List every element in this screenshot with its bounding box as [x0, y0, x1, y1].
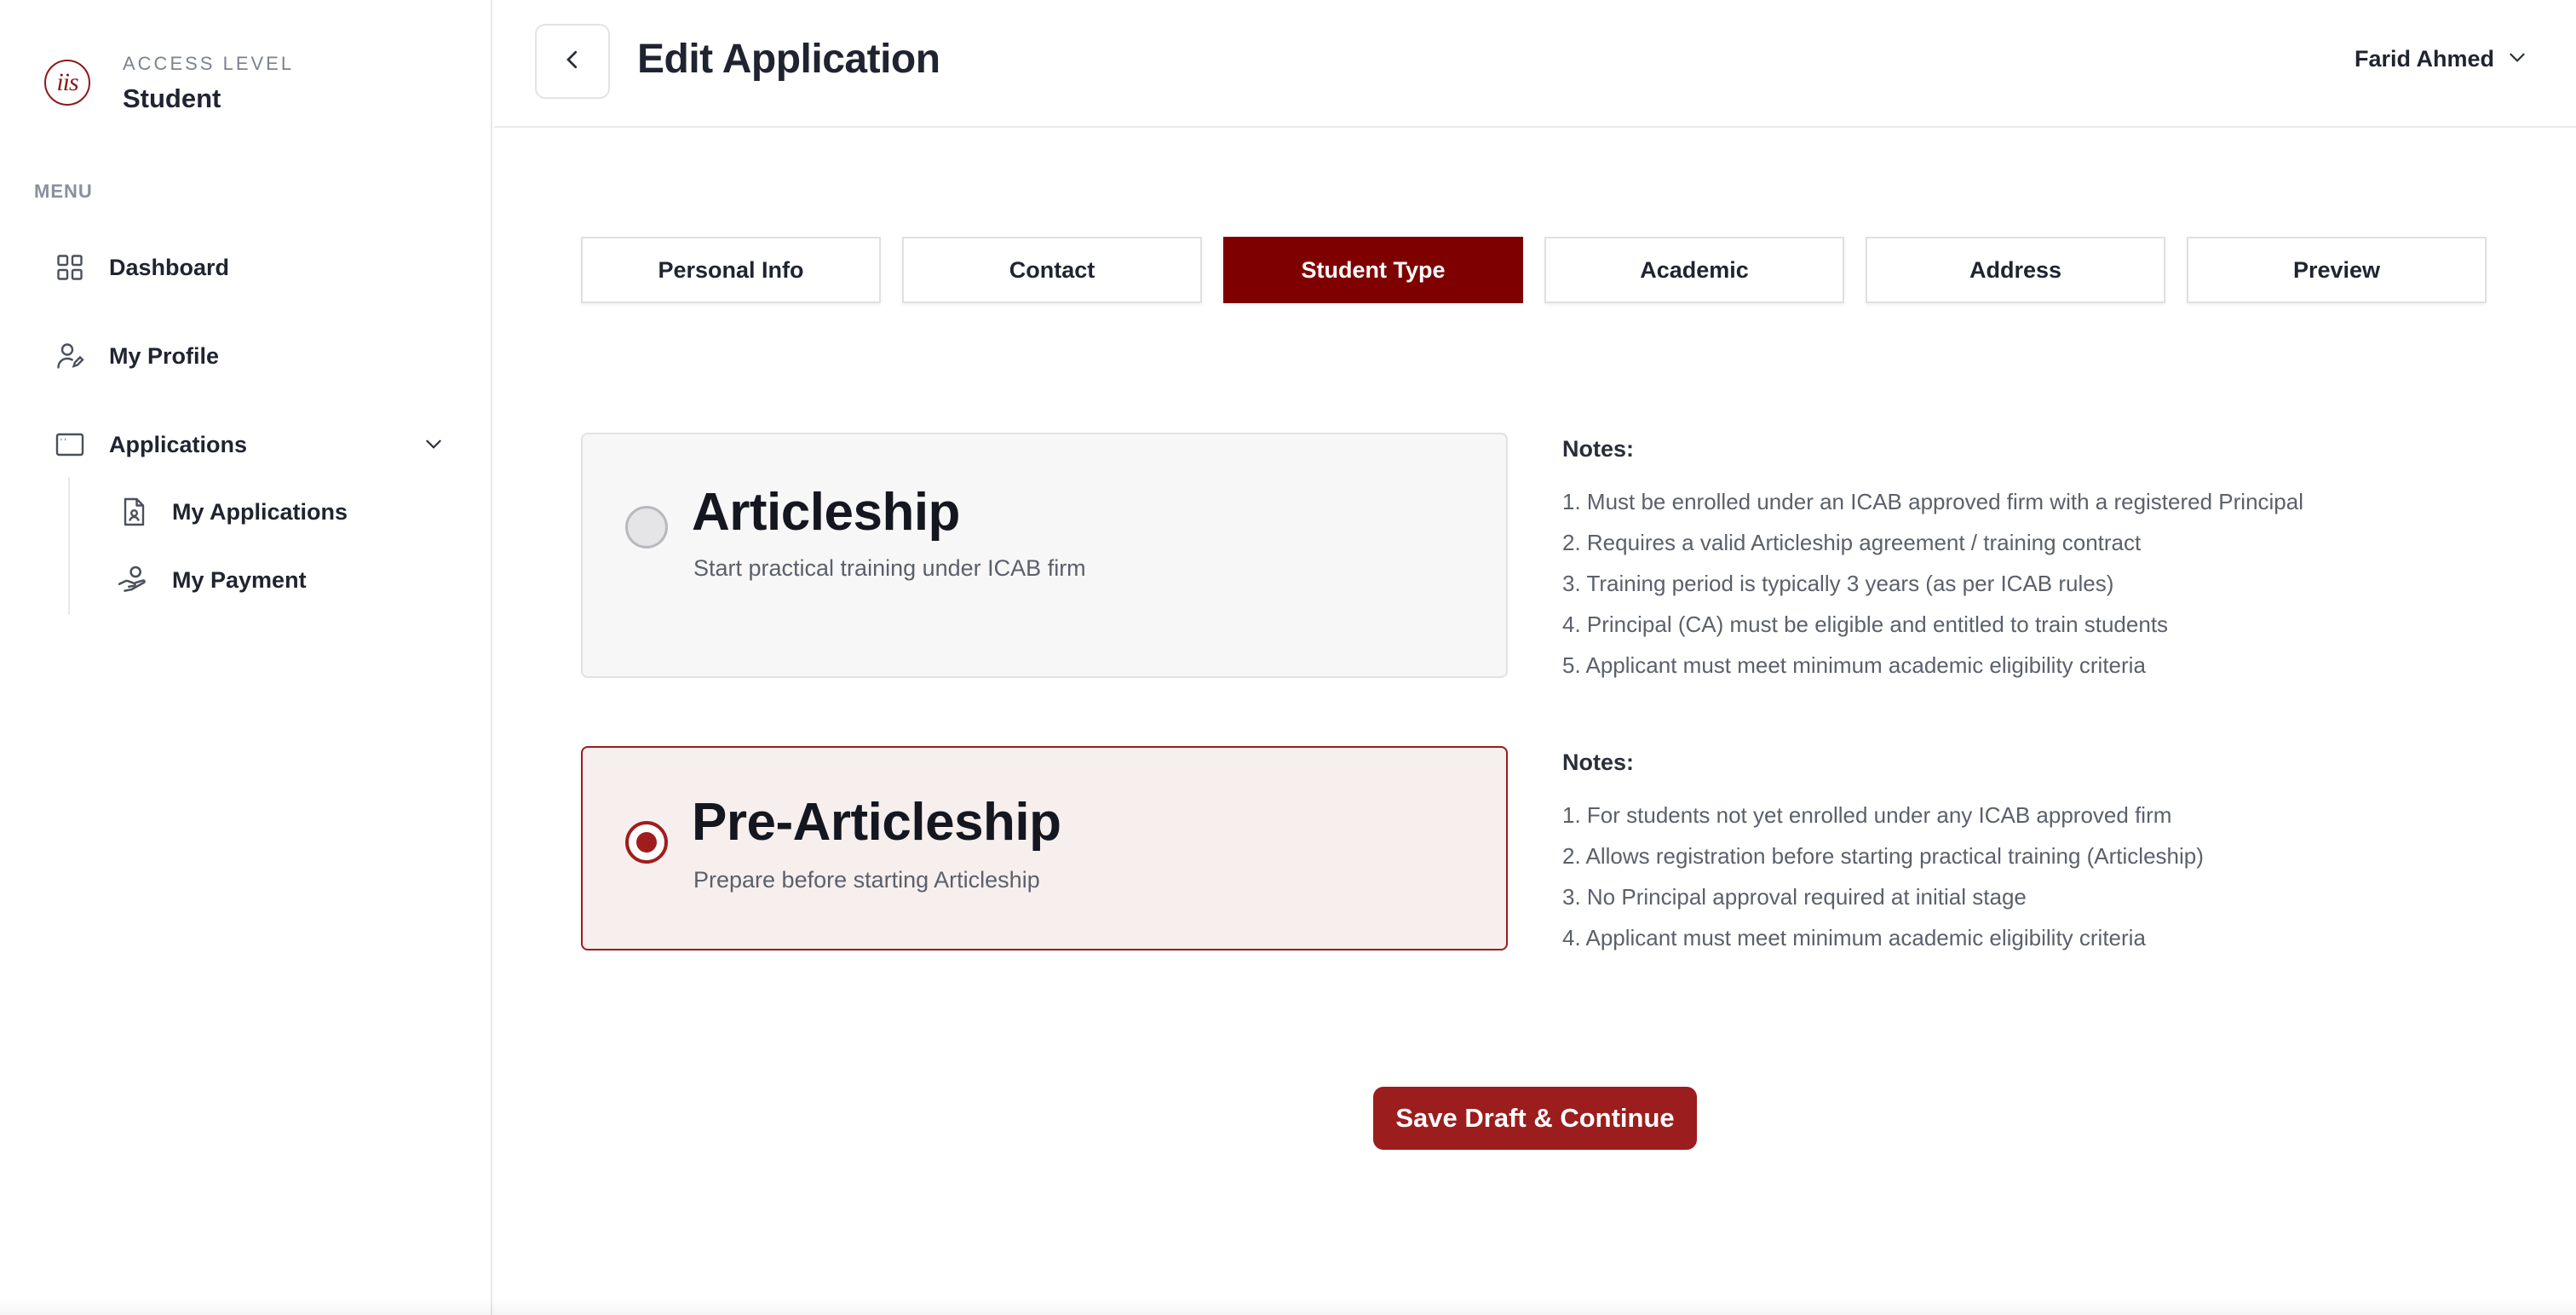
option-card-pre-articleship[interactable]: Pre-Articleship Prepare before starting …: [581, 746, 1508, 950]
sidebar-item-my-profile[interactable]: My Profile: [53, 332, 219, 380]
notes-heading: Notes:: [1562, 436, 1635, 462]
chevron-left-icon: [560, 47, 585, 77]
chevron-down-icon: [2506, 46, 2528, 72]
note-item: 2. Requires a valid Articleship agreemen…: [1562, 530, 2142, 555]
access-level-label: ACCESS LEVEL: [123, 53, 295, 74]
sidebar-subitem-label: My Applications: [172, 498, 348, 525]
notes-articleship: Notes: 1. Must be enrolled under an ICAB…: [1562, 436, 2303, 686]
user-name: Farid Ahmed: [2354, 46, 2494, 72]
access-level-value: Student: [123, 83, 221, 113]
sidebar-item-label: My Profile: [109, 342, 220, 369]
page-title: Edit Application: [637, 37, 940, 82]
notes-pre-articleship: Notes: 1. For students not yet enrolled …: [1562, 749, 2204, 958]
menu-label: MENU: [34, 181, 93, 202]
user-menu[interactable]: Farid Ahmed: [2355, 46, 2528, 72]
logo: iis: [44, 60, 90, 106]
note-item: 4. Applicant must meet minimum academic …: [1562, 925, 2146, 950]
tab-personal-info[interactable]: Personal Info: [581, 237, 881, 303]
sidebar-item-dashboard[interactable]: Dashboard: [53, 244, 229, 291]
tab-academic[interactable]: Academic: [1544, 237, 1844, 303]
sidebar-item-my-payment[interactable]: My Payment: [116, 556, 307, 604]
step-tabs: Personal Info Contact Student Type Acade…: [581, 237, 2487, 303]
hand-coin-icon: [116, 563, 150, 597]
note-item: 3. No Principal approval required at ini…: [1562, 884, 2027, 910]
option-title: Pre-Articleship: [692, 793, 1061, 852]
option-description: Start practical training under ICAB firm: [693, 555, 1086, 581]
note-item: 1. Must be enrolled under an ICAB approv…: [1562, 489, 2303, 514]
window-icon: [53, 428, 87, 462]
option-description: Prepare before starting Articleship: [693, 867, 1040, 893]
sidebar-subitem-label: My Payment: [172, 566, 307, 593]
sidebar: iis ACCESS LEVEL Student MENU Dashboard …: [0, 0, 492, 1315]
sidebar-item-label: Applications: [109, 431, 248, 457]
save-draft-continue-button[interactable]: Save Draft & Continue: [1373, 1087, 1697, 1150]
option-title: Articleship: [692, 483, 960, 542]
sidebar-item-label: Dashboard: [109, 254, 230, 280]
option-card-articleship[interactable]: Articleship Start practical training und…: [581, 433, 1508, 678]
note-item: 3. Training period is typically 3 years …: [1562, 571, 2114, 596]
tab-student-type[interactable]: Student Type: [1223, 237, 1523, 303]
tab-contact[interactable]: Contact: [902, 237, 1202, 303]
note-item: 2. Allows registration before starting p…: [1562, 843, 2204, 869]
notes-list: 1. For students not yet enrolled under a…: [1562, 795, 2204, 958]
radio-articleship[interactable]: [625, 506, 668, 548]
notes-list: 1. Must be enrolled under an ICAB approv…: [1562, 481, 2303, 686]
tab-address[interactable]: Address: [1866, 237, 2165, 303]
sidebar-item-applications[interactable]: Applications: [53, 421, 445, 468]
document-user-icon: [116, 495, 150, 529]
grid-icon: [53, 250, 87, 284]
user-edit-icon: [53, 339, 87, 373]
submenu-divider: [68, 477, 70, 615]
bottom-shadow: [0, 1298, 2576, 1315]
notes-heading: Notes:: [1562, 749, 1635, 775]
tab-preview[interactable]: Preview: [2187, 237, 2487, 303]
back-button[interactable]: [535, 24, 610, 99]
logo-text: iis: [56, 68, 78, 96]
note-item: 1. For students not yet enrolled under a…: [1562, 802, 2172, 828]
radio-pre-articleship[interactable]: [625, 821, 668, 864]
chevron-down-icon[interactable]: [423, 433, 445, 459]
note-item: 4. Principal (CA) must be eligible and e…: [1562, 612, 2169, 637]
top-header: Edit Application Farid Ahmed: [494, 0, 2576, 128]
sidebar-item-my-applications[interactable]: My Applications: [116, 488, 348, 536]
note-item: 5. Applicant must meet minimum academic …: [1562, 652, 2146, 678]
